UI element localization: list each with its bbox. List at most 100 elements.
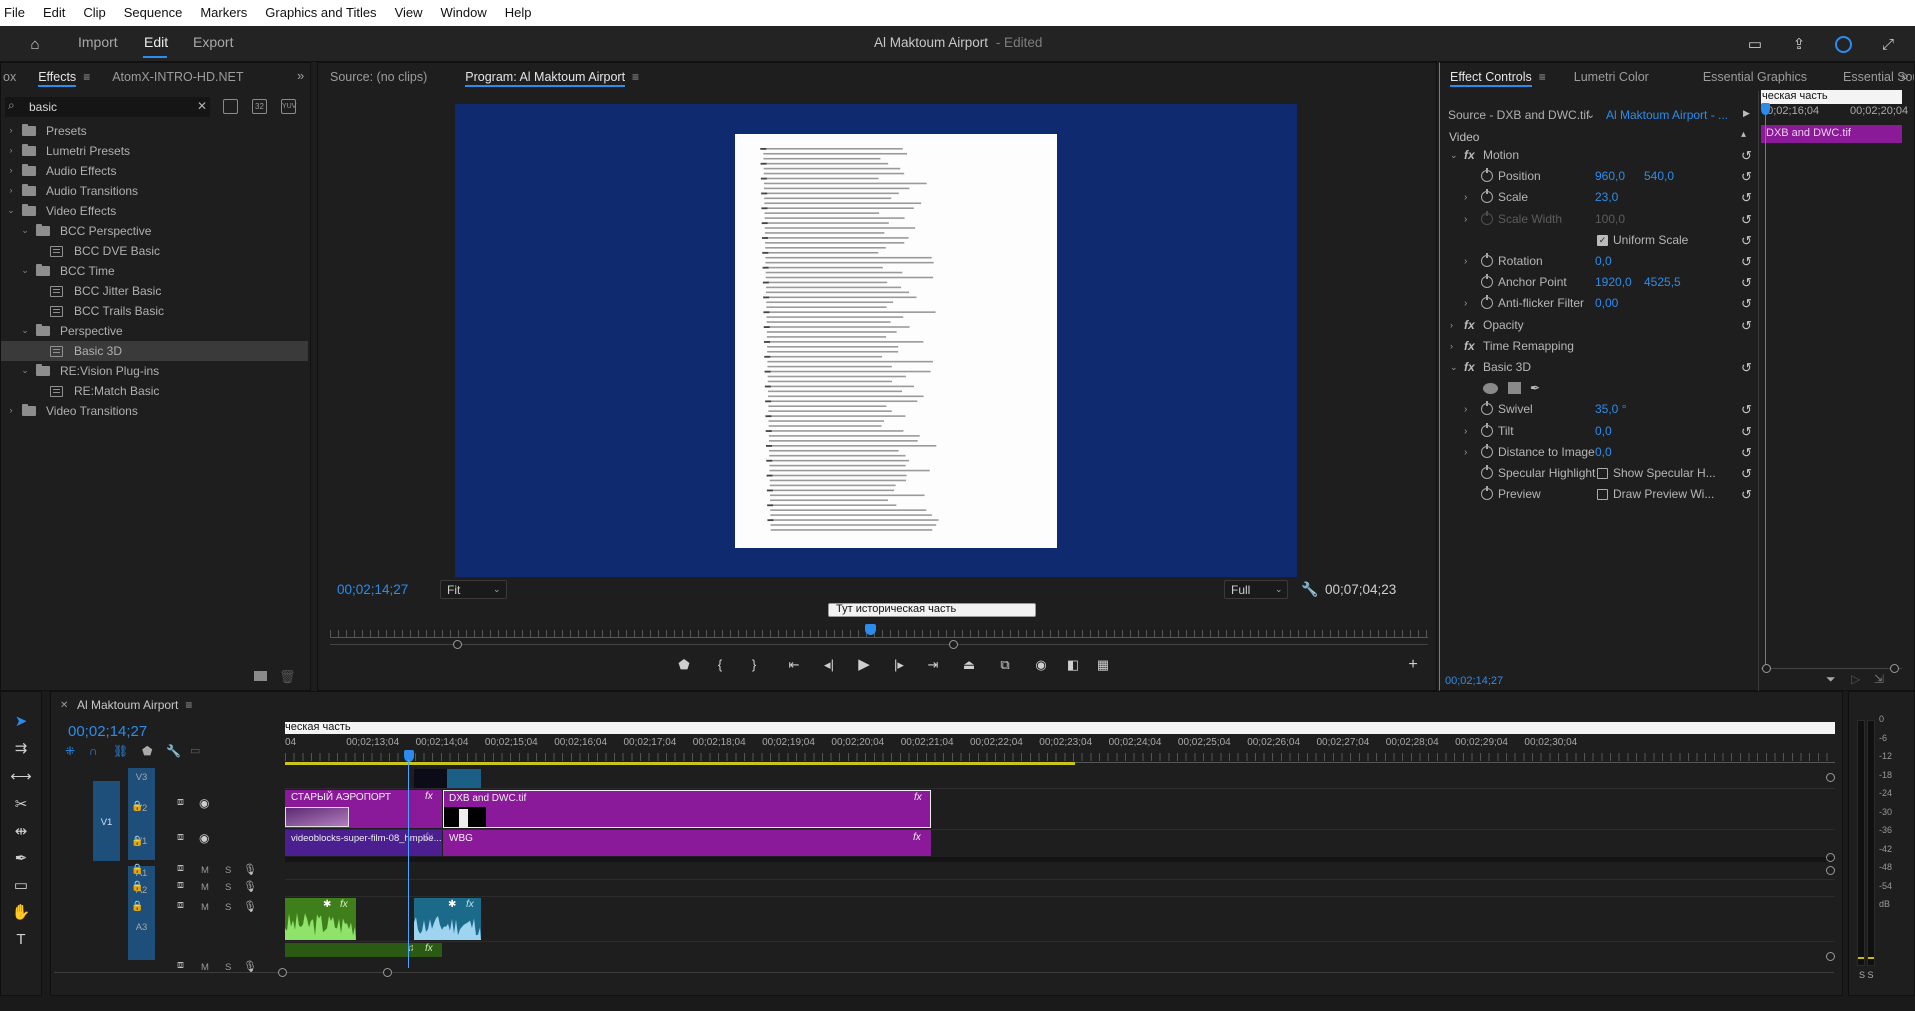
chevron-down-icon[interactable]: ⌄ xyxy=(4,205,18,216)
stopwatch-icon[interactable] xyxy=(1481,210,1493,225)
reset-icon[interactable]: ↺ xyxy=(1741,421,1752,442)
lift-icon[interactable]: ⏏ xyxy=(958,654,980,676)
menu-clip[interactable]: Clip xyxy=(74,0,114,26)
reset-icon[interactable]: ↺ xyxy=(1741,357,1752,378)
nest-toggle-icon[interactable]: ⁜ xyxy=(65,744,75,758)
tree-item[interactable]: ⌄ Perspective xyxy=(1,321,308,341)
chevron-down-icon[interactable]: ⌄ xyxy=(18,365,32,376)
progress-ring-icon[interactable] xyxy=(1835,36,1852,53)
chevron-down-icon[interactable]: ⌄ xyxy=(18,265,32,276)
zoom-handle-right[interactable] xyxy=(949,640,958,649)
export-icon[interactable]: ⇲ xyxy=(1874,672,1884,686)
chevron-right-icon[interactable]: › xyxy=(1464,421,1467,442)
reset-icon[interactable]: ↺ xyxy=(1741,463,1752,484)
menu-edit[interactable]: Edit xyxy=(34,0,74,26)
menu-view[interactable]: View xyxy=(386,0,432,26)
rectangle-mask-icon[interactable] xyxy=(1508,382,1521,395)
search-box[interactable]: ⌕ basic ✕ xyxy=(5,97,210,117)
selection-tool-icon[interactable]: ➤ xyxy=(9,710,33,734)
panel-menu-icon[interactable]: ≡ xyxy=(83,63,90,91)
accelerated-effects-icon[interactable] xyxy=(223,99,238,114)
clear-search-icon[interactable]: ✕ xyxy=(197,99,207,113)
lock-icon[interactable]: 🔒 xyxy=(131,901,143,912)
stopwatch-icon[interactable] xyxy=(1481,401,1493,416)
chevron-right-icon[interactable]: › xyxy=(4,145,18,155)
program-playhead[interactable] xyxy=(865,624,876,635)
chevron-down-icon[interactable]: ⌄ xyxy=(1450,357,1458,378)
ec-row[interactable]: › Scale Width 100,0 ↺ xyxy=(1440,209,1758,230)
type-tool-icon[interactable]: T xyxy=(9,928,33,952)
ec-row[interactable]: › Tilt 0,0 ↺ xyxy=(1440,421,1758,442)
chevron-right-icon[interactable]: › xyxy=(1464,293,1467,314)
chevron-down-icon[interactable]: ⌄ xyxy=(1450,145,1458,166)
ec-property-value[interactable]: 0,0 xyxy=(1595,421,1612,442)
chevron-right-icon[interactable]: › xyxy=(1464,187,1467,208)
menu-file[interactable]: File xyxy=(0,0,34,26)
v1-clip-videoblocks[interactable]: videoblocks-super-film-08_hmpbe... fx xyxy=(285,830,442,856)
stopwatch-icon[interactable] xyxy=(1481,189,1493,204)
ec-row[interactable]: ✒ xyxy=(1440,378,1758,399)
meter-solo-buttons[interactable]: S S xyxy=(1859,970,1874,980)
multicam-icon[interactable]: ▦ xyxy=(1092,654,1114,676)
v2-clip-old-airport[interactable]: СТАРЫЙ АЭРОПОРТ fx xyxy=(285,790,442,828)
ec-row[interactable]: Position 960,0 540,0 ↺ xyxy=(1440,166,1758,187)
tree-item[interactable]: RE:Match Basic xyxy=(1,381,308,401)
mute-button[interactable]: M xyxy=(201,882,209,893)
tab-effects[interactable]: Effects ≡ xyxy=(27,63,101,91)
overflow-chevron-icon[interactable]: » xyxy=(1901,68,1908,83)
tree-item[interactable]: › Audio Transitions xyxy=(1,181,308,201)
ec-row[interactable]: › fx Time Remapping xyxy=(1440,336,1758,357)
track-select-tool-icon[interactable]: ⇉ xyxy=(9,737,33,761)
solo-button[interactable]: S xyxy=(225,865,231,876)
hand-tool-icon[interactable]: ✋ xyxy=(9,901,33,925)
a3-clip-green[interactable]: ✱ fx xyxy=(285,898,356,940)
step-forward-icon[interactable]: |▸ xyxy=(888,654,910,676)
tree-item[interactable]: ⌄ BCC Perspective xyxy=(1,221,308,241)
tab-ox[interactable]: ox xyxy=(1,63,27,91)
ec-row[interactable]: ⌄ fx Basic 3D ↺ xyxy=(1440,357,1758,378)
filter-icon[interactable]: ⏷ xyxy=(1826,672,1836,687)
mute-button[interactable]: M xyxy=(201,865,209,876)
stopwatch-icon[interactable] xyxy=(1481,295,1493,310)
ec-row[interactable]: Preview Draw Preview Wi... ↺ xyxy=(1440,484,1758,505)
nav-edit[interactable]: Edit xyxy=(144,34,168,50)
close-sequence-icon[interactable]: ✕ xyxy=(60,700,68,711)
chevron-right-icon[interactable]: › xyxy=(4,405,18,415)
microphone-icon[interactable]: 🎙 xyxy=(243,900,257,913)
vertical-scroll-handle[interactable] xyxy=(1826,773,1835,782)
a-clip-music[interactable]: ♫ fx xyxy=(285,943,442,957)
extract-icon[interactable]: ⧉ xyxy=(994,654,1016,676)
ec-row[interactable]: › Anti-flicker Filter 0,00 ↺ xyxy=(1440,293,1758,314)
reset-icon[interactable]: ↺ xyxy=(1741,484,1752,505)
tree-item[interactable]: › Lumetri Presets xyxy=(1,141,308,161)
menu-graphics[interactable]: Graphics and Titles xyxy=(256,0,385,26)
menu-sequence[interactable]: Sequence xyxy=(115,0,192,26)
sync-lock-icon[interactable]: ⧈ xyxy=(177,862,184,875)
ec-property-value[interactable]: 100,0 xyxy=(1595,209,1625,230)
v3-clip-blue[interactable] xyxy=(447,769,481,788)
nav-export[interactable]: Export xyxy=(193,34,233,50)
lock-icon[interactable]: 🔒 xyxy=(131,801,143,812)
snap-icon[interactable]: ∩ xyxy=(89,744,98,758)
reset-icon[interactable]: ↺ xyxy=(1741,293,1752,314)
v3-clip-dark[interactable] xyxy=(414,769,447,788)
linked-selection-icon[interactable]: ⛓ xyxy=(113,744,128,758)
ec-row[interactable]: › Scale 23,0 ↺ xyxy=(1440,187,1758,208)
ec-property-value[interactable]: 35,0 ° xyxy=(1595,399,1627,420)
share-icon[interactable]: ⇪ xyxy=(1789,34,1809,54)
ec-property-value[interactable]: 1920,0 xyxy=(1595,272,1632,293)
v1-clip-wbg[interactable]: WBG fx xyxy=(443,830,931,856)
zoom-handle-left[interactable] xyxy=(453,640,462,649)
add-marker-icon[interactable]: ⬟ xyxy=(142,744,152,758)
ellipse-mask-icon[interactable] xyxy=(1483,383,1498,395)
timeline-zoom-handle-left[interactable] xyxy=(278,968,287,977)
chevron-down-icon[interactable]: ⌄ xyxy=(18,325,32,336)
chevron-right-icon[interactable]: › xyxy=(1464,399,1467,420)
ec-row[interactable]: › Swivel 35,0 ° ↺ xyxy=(1440,399,1758,420)
play-only-icon[interactable]: ▶ xyxy=(1743,108,1750,119)
add-marker-icon[interactable]: ⬟ xyxy=(673,654,695,676)
ec-mini-clip[interactable]: DXB and DWC.tif xyxy=(1761,125,1902,143)
reset-icon[interactable]: ↺ xyxy=(1741,442,1752,463)
lock-icon[interactable]: 🔒 xyxy=(131,864,143,875)
mark-in-icon[interactable]: { xyxy=(709,654,731,676)
